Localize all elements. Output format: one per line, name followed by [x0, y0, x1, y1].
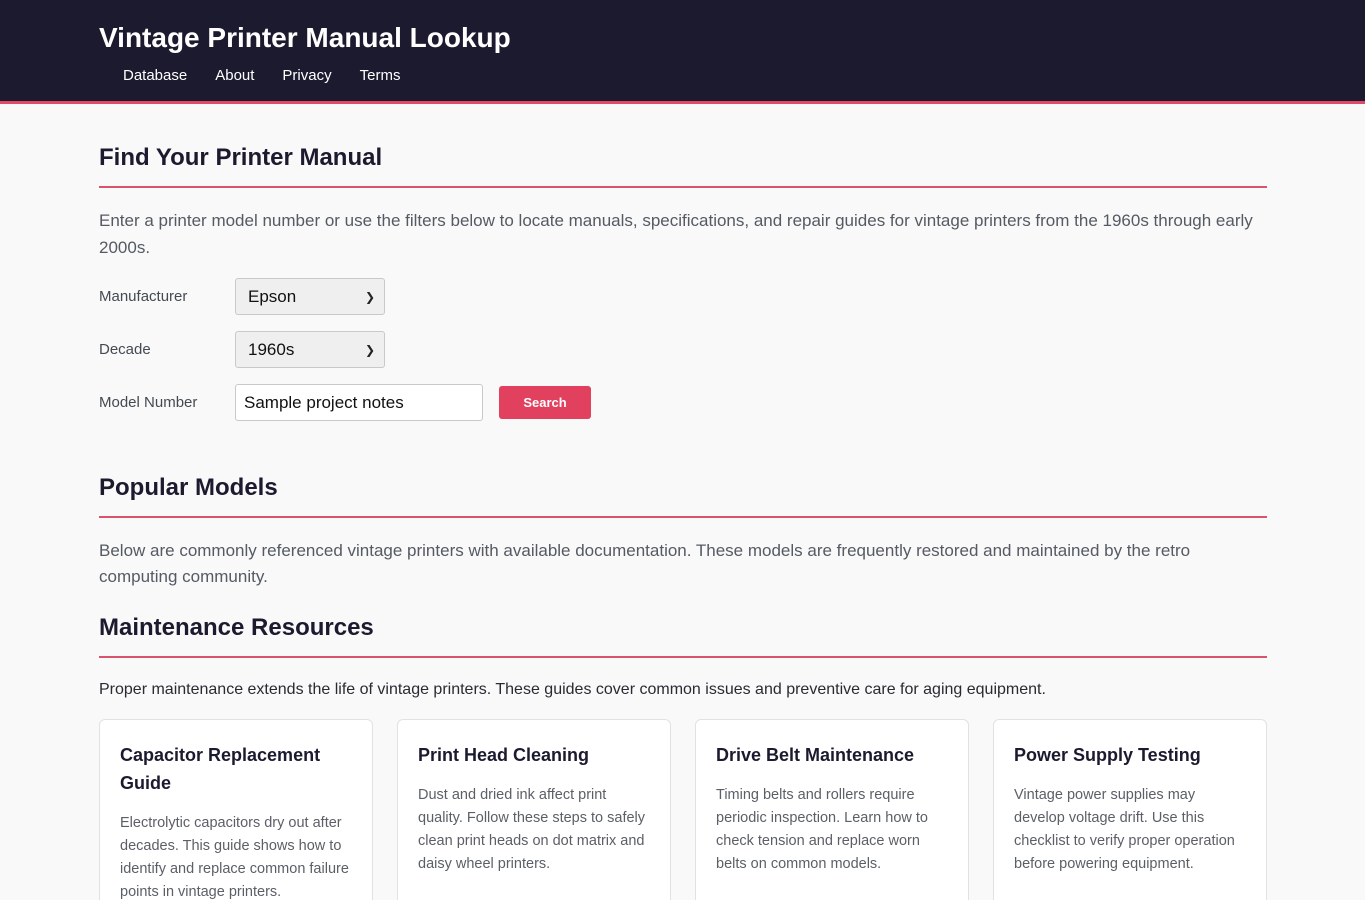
card-print-head-cleaning[interactable]: Print Head Cleaning Dust and dried ink a…: [397, 719, 671, 900]
maintenance-text: Proper maintenance extends the life of v…: [99, 681, 1046, 698]
site-title: Vintage Printer Manual Lookup: [99, 22, 511, 53]
manufacturer-label: Manufacturer: [99, 288, 188, 305]
nav-database[interactable]: Database: [123, 67, 187, 85]
manufacturer-select[interactable]: Epson ❯: [235, 278, 385, 315]
manufacturer-selected-value: Epson: [248, 286, 297, 306]
main-nav: Database About Privacy Terms: [99, 67, 1365, 85]
maintenance-resources-title: Maintenance Resources: [99, 613, 1267, 658]
decade-row: Decade 1960s ❯: [99, 331, 1267, 368]
popular-models-text: Below are commonly referenced vintage pr…: [99, 541, 1191, 586]
card-title: Capacitor Replacement Guide: [120, 745, 321, 793]
search-button[interactable]: Search: [499, 386, 591, 419]
card-text: Vintage power supplies may develop volta…: [1014, 787, 1235, 872]
decade-selected-value: 1960s: [248, 339, 295, 359]
model-number-label: Model Number: [99, 394, 198, 411]
chevron-down-icon: ❯: [364, 342, 375, 357]
card-capacitor-replacement[interactable]: Capacitor Replacement Guide Electrolytic…: [99, 719, 373, 900]
main-content: Find Your Printer Manual Enter a printer…: [99, 143, 1267, 900]
card-text: Electrolytic capacitors dry out after de…: [120, 815, 349, 900]
card-title: Drive Belt Maintenance: [716, 745, 915, 765]
chevron-down-icon: ❯: [364, 289, 375, 304]
site-header: Vintage Printer Manual Lookup Database A…: [0, 0, 1365, 104]
decade-select[interactable]: 1960s ❯: [235, 331, 385, 368]
find-manual-title: Find Your Printer Manual: [99, 143, 1267, 188]
nav-terms[interactable]: Terms: [360, 67, 401, 85]
card-title: Print Head Cleaning: [418, 745, 590, 765]
find-intro-text: Enter a printer model number or use the …: [99, 211, 1253, 257]
maintenance-cards: Capacitor Replacement Guide Electrolytic…: [99, 719, 1267, 900]
popular-models-title: Popular Models: [99, 473, 1267, 518]
decade-label: Decade: [99, 341, 151, 358]
model-number-input[interactable]: [235, 384, 483, 421]
manufacturer-row: Manufacturer Epson ❯: [99, 278, 1267, 315]
card-title: Power Supply Testing: [1014, 745, 1201, 765]
model-number-row: Model Number Search: [99, 384, 1267, 421]
card-drive-belt-maintenance[interactable]: Drive Belt Maintenance Timing belts and …: [695, 719, 969, 900]
card-power-supply-testing[interactable]: Power Supply Testing Vintage power suppl…: [993, 719, 1267, 900]
card-text: Timing belts and rollers require periodi…: [716, 787, 928, 872]
nav-about[interactable]: About: [215, 67, 254, 85]
nav-privacy[interactable]: Privacy: [282, 67, 331, 85]
card-text: Dust and dried ink affect print quality.…: [418, 787, 646, 872]
